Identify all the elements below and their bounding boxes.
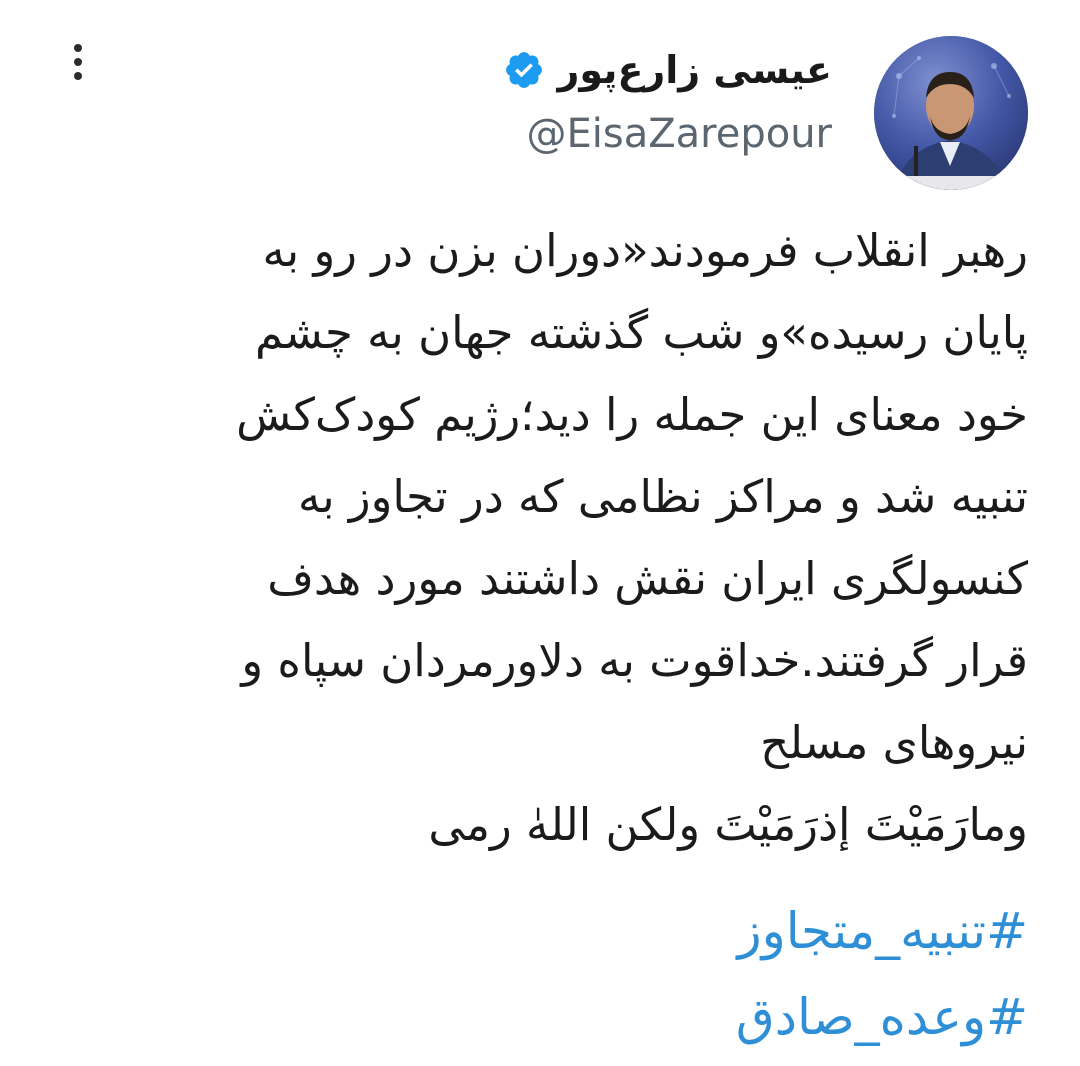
hashtag-list: #تنبیه_متجاوز #وعده_صادق [38, 888, 1028, 1060]
avatar[interactable] [874, 36, 1028, 190]
hashtag-link[interactable]: #وعده_صادق [38, 974, 1028, 1060]
tweet-body: رهبر انقلاب فرمودند«دوران بزن در رو به پ… [38, 210, 1028, 866]
tweet-card: عیسی زارع‌پور @EisaZarepour رهبر انقلاب … [0, 0, 1080, 1066]
tweet-text-line: پایان رسیده»و شب گذشته جهان به چشم [254, 306, 1028, 359]
more-options-button[interactable] [58, 38, 98, 86]
more-dot [74, 58, 82, 66]
author-name-row[interactable]: عیسی زارع‌پور [503, 44, 832, 96]
more-dot [74, 44, 82, 52]
tweet-text-line: خود معنای این جمله را دید؛رژیم کودک‌کش [236, 388, 1028, 441]
tweet-text-line: ومارَمَیْتَ إذرَمَیْتَ ولکن اللهٰ رمی [428, 798, 1028, 851]
tweet-text-line: قرار گرفتند.خداقوت به دلاورمردان سپاه و [241, 634, 1028, 687]
author-handle[interactable]: @EisaZarepour [527, 108, 833, 160]
tweet-text-line: نیروهای مسلح [760, 716, 1028, 769]
hashtag-link[interactable]: #تنبیه_متجاوز [38, 888, 1028, 974]
tweet-text-line: رهبر انقلاب فرمودند«دوران بزن در رو به [262, 224, 1028, 277]
author-display-name[interactable]: عیسی زارع‌پور [557, 44, 832, 96]
tweet-text-line: کنسولگری ایران نقش داشتند مورد هدف [267, 552, 1028, 605]
tweet-text-line: تنبیه شد و مراکز نظامی که در تجاوز به [297, 470, 1028, 523]
avatar-image [874, 36, 1028, 190]
more-dot [74, 72, 82, 80]
verified-badge-icon [506, 52, 543, 88]
